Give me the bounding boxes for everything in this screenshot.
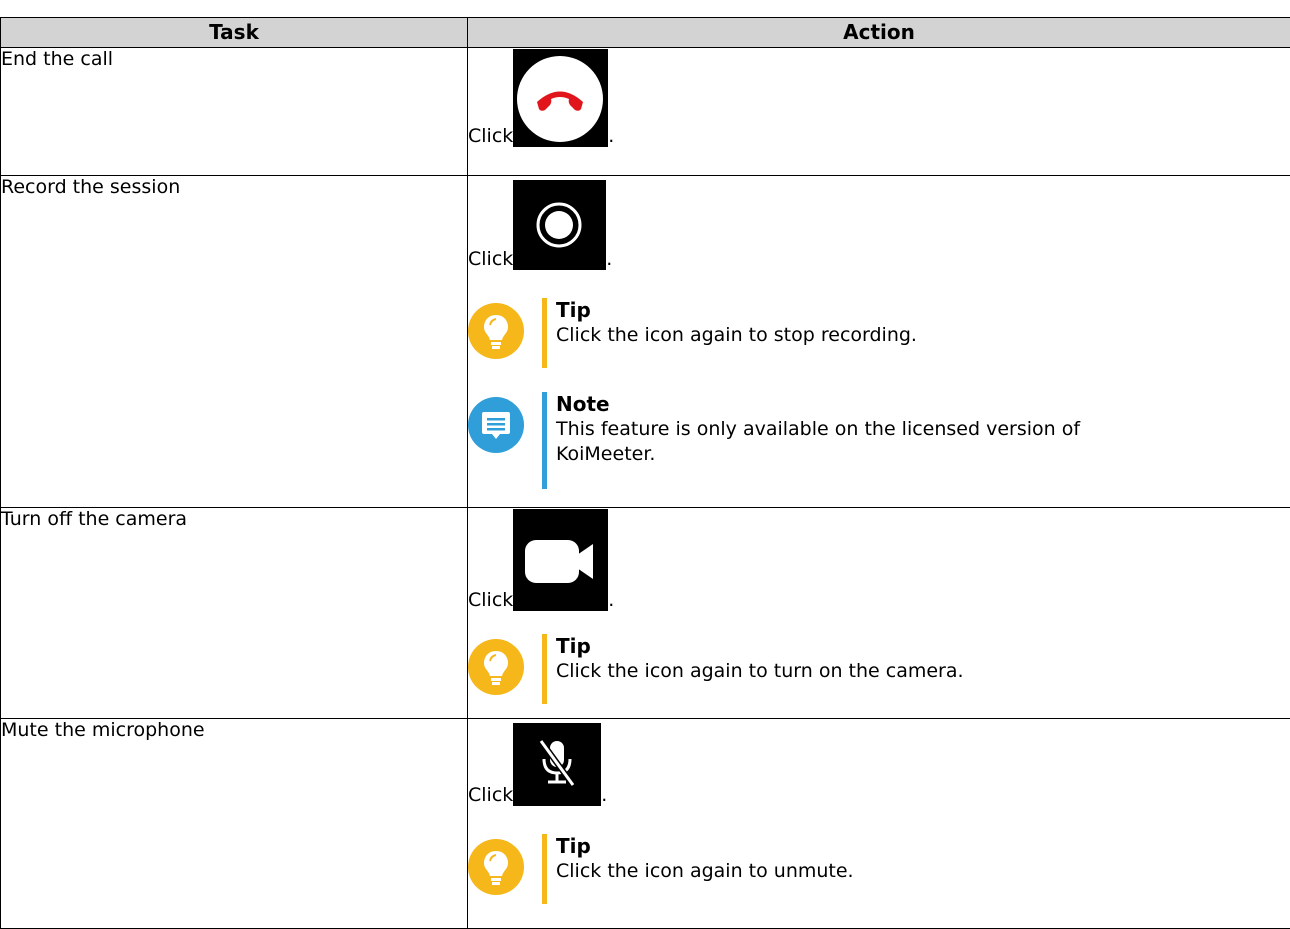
end-call-icon <box>513 49 608 147</box>
action-column-header: Action <box>468 18 1290 48</box>
click-text: Click <box>468 248 513 270</box>
task-cell: End the call <box>1 48 468 176</box>
task-cell: Record the session <box>1 176 468 508</box>
tip-body: Click the icon again to turn on the came… <box>556 659 964 684</box>
tip-callout: Tip Click the icon again to unmute. <box>468 834 1290 904</box>
table-row: Record the session Click . <box>1 176 1290 508</box>
note-body: This feature is only available on the li… <box>556 417 1176 467</box>
tip-callout: Tip Click the icon again to turn on the … <box>468 634 1290 704</box>
lightbulb-icon <box>468 639 524 695</box>
period-text: . <box>608 125 614 147</box>
table-row: End the call Click . <box>1 48 1290 176</box>
task-action-table: Task Action End the call Click . <box>0 17 1290 929</box>
record-icon <box>513 180 606 270</box>
camera-icon <box>513 509 608 611</box>
tip-callout: Tip Click the icon again to stop recordi… <box>468 298 1290 368</box>
tip-accent-bar <box>542 634 547 704</box>
click-text: Click <box>468 589 513 611</box>
lightbulb-icon <box>468 839 524 895</box>
period-text: . <box>608 589 614 611</box>
period-text: . <box>601 784 607 806</box>
click-text: Click <box>468 125 513 147</box>
table-header-row: Task Action <box>1 18 1290 48</box>
tip-accent-bar <box>542 298 547 368</box>
action-cell: Click . <box>468 719 1290 929</box>
note-icon <box>468 397 524 453</box>
action-cell: Click . <box>468 48 1290 176</box>
tip-title: Tip <box>556 298 917 323</box>
tip-title: Tip <box>556 634 964 659</box>
action-cell: Click . <box>468 176 1290 508</box>
tip-body: Click the icon again to unmute. <box>556 859 854 884</box>
tip-body: Click the icon again to stop recording. <box>556 323 917 348</box>
task-cell: Turn off the camera <box>1 508 468 719</box>
tip-accent-bar <box>542 834 547 904</box>
tip-title: Tip <box>556 834 854 859</box>
note-accent-bar <box>542 392 547 489</box>
note-title: Note <box>556 392 1176 417</box>
period-text: . <box>606 248 612 270</box>
task-column-header: Task <box>1 18 468 48</box>
table-row: Turn off the camera Click . <box>1 508 1290 719</box>
lightbulb-icon <box>468 303 524 359</box>
action-cell: Click . <box>468 508 1290 719</box>
table-row: Mute the microphone Click <box>1 719 1290 929</box>
task-cell: Mute the microphone <box>1 719 468 929</box>
click-text: Click <box>468 784 513 806</box>
microphone-mute-icon <box>513 723 601 806</box>
note-callout: Note This feature is only available on t… <box>468 392 1290 489</box>
